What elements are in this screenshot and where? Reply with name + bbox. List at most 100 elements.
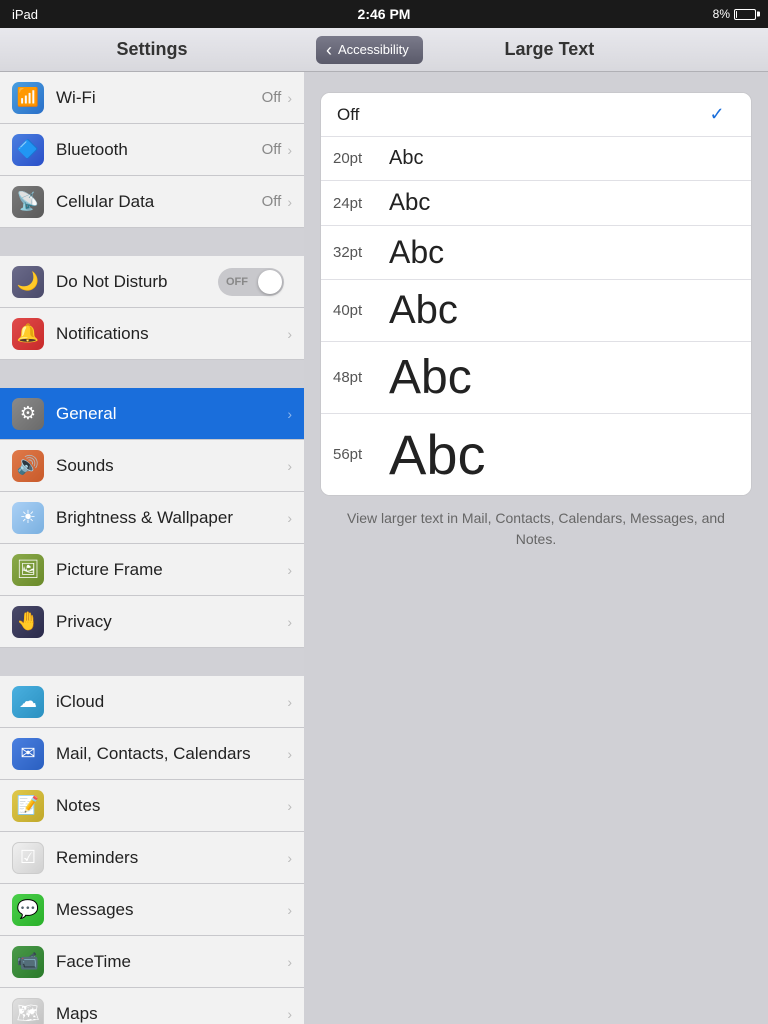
notes-label: Notes: [56, 796, 287, 816]
bluetooth-value: Off: [262, 141, 282, 158]
sidebar-item-maps[interactable]: 🗺 Maps›: [0, 988, 304, 1024]
sidebar-item-sounds[interactable]: 🔊 Sounds›: [0, 440, 304, 492]
sidebar-item-privacy[interactable]: 🤚 Privacy›: [0, 596, 304, 648]
privacy-icon: 🤚: [12, 606, 44, 638]
donotdisturb-toggle[interactable]: OFF: [218, 268, 284, 296]
notifications-icon: 🔔: [12, 318, 44, 350]
status-bar: iPad 2:46 PM 8%: [0, 0, 768, 28]
icloud-icon: ☁: [12, 686, 44, 718]
privacy-label: Privacy: [56, 612, 287, 632]
time-display: 2:46 PM: [358, 6, 411, 22]
option-size-label: 40pt: [321, 292, 379, 329]
mail-label: Mail, Contacts, Calendars: [56, 744, 287, 764]
notes-icon: 📝: [12, 790, 44, 822]
facetime-label: FaceTime: [56, 952, 287, 972]
option-row-32pt[interactable]: 32ptAbc: [321, 226, 751, 280]
chevron-right-icon: ›: [287, 694, 292, 710]
chevron-right-icon: ›: [287, 614, 292, 630]
option-preview-text: Abc: [379, 181, 751, 225]
cellular-label: Cellular Data: [56, 192, 262, 212]
sidebar-item-brightness[interactable]: ☀ Brightness & Wallpaper›: [0, 492, 304, 544]
brightness-icon: ☀: [12, 502, 44, 534]
maps-icon: 🗺: [12, 998, 44, 1024]
messages-icon: 💬: [12, 894, 44, 926]
sidebar-item-facetime[interactable]: 📹FaceTime›: [0, 936, 304, 988]
sounds-label: Sounds: [56, 456, 287, 476]
battery-fill: [736, 11, 737, 18]
option-off-row[interactable]: Off✓: [321, 93, 751, 137]
option-checkmark: ✓: [699, 104, 735, 125]
chevron-right-icon: ›: [287, 458, 292, 474]
option-size-label: 20pt: [321, 140, 379, 177]
sounds-icon: 🔊: [12, 450, 44, 482]
chevron-right-icon: ›: [287, 746, 292, 762]
sidebar: Settings 📶Wi-FiOff›🔷BluetoothOff›📡Cellul…: [0, 28, 304, 1024]
option-row-48pt[interactable]: 48ptAbc: [321, 342, 751, 414]
section-separator: [0, 228, 304, 256]
sidebar-item-reminders[interactable]: ☑ Reminders›: [0, 832, 304, 884]
chevron-right-icon: ›: [287, 562, 292, 578]
option-row-20pt[interactable]: 20ptAbc: [321, 137, 751, 181]
general-icon: ⚙: [12, 398, 44, 430]
sidebar-item-pictureframe[interactable]: 🖼Picture Frame›: [0, 544, 304, 596]
option-row-56pt[interactable]: 56ptAbc: [321, 414, 751, 495]
general-label: General: [56, 404, 287, 424]
sidebar-item-icloud[interactable]: ☁ iCloud›: [0, 676, 304, 728]
content-area: Off✓20ptAbc24ptAbc32ptAbc40ptAbc48ptAbc5…: [304, 72, 768, 1024]
cellular-icon: 📡: [12, 186, 44, 218]
sidebar-item-messages[interactable]: 💬Messages›: [0, 884, 304, 936]
sidebar-item-bluetooth[interactable]: 🔷BluetoothOff›: [0, 124, 304, 176]
wifi-icon: 📶: [12, 82, 44, 114]
option-size-label: 24pt: [321, 185, 379, 222]
option-row-24pt[interactable]: 24ptAbc: [321, 181, 751, 226]
donotdisturb-label: Do Not Disturb: [56, 272, 218, 292]
sidebar-item-cellular[interactable]: 📡Cellular DataOff›: [0, 176, 304, 228]
option-preview-text: Abc: [379, 139, 751, 178]
option-size-label: 56pt: [321, 436, 379, 473]
toggle-knob: [258, 270, 282, 294]
battery-indicator: 8%: [713, 7, 756, 21]
option-size-label: 48pt: [321, 359, 379, 396]
chevron-right-icon: ›: [287, 90, 292, 106]
chevron-right-icon: ›: [287, 850, 292, 866]
battery-percentage: 8%: [713, 7, 730, 21]
reminders-icon: ☑: [12, 842, 44, 874]
sidebar-item-general[interactable]: ⚙General›: [0, 388, 304, 440]
wifi-label: Wi-Fi: [56, 88, 262, 108]
chevron-right-icon: ›: [287, 902, 292, 918]
option-preview-text: Abc: [379, 226, 751, 279]
sidebar-item-mail[interactable]: ✉Mail, Contacts, Calendars›: [0, 728, 304, 780]
sidebar-item-notes[interactable]: 📝Notes›: [0, 780, 304, 832]
sidebar-items-list: 📶Wi-FiOff›🔷BluetoothOff›📡Cellular DataOf…: [0, 72, 304, 1024]
toggle-label: OFF: [226, 276, 248, 288]
brightness-label: Brightness & Wallpaper: [56, 508, 287, 528]
maps-label: Maps: [56, 1004, 287, 1024]
bluetooth-icon: 🔷: [12, 134, 44, 166]
chevron-right-icon: ›: [287, 142, 292, 158]
right-panel-title: Large Text: [433, 39, 666, 60]
option-preview-text: Abc: [379, 280, 751, 341]
option-size-label: 32pt: [321, 234, 379, 271]
chevron-right-icon: ›: [287, 510, 292, 526]
pictureframe-label: Picture Frame: [56, 560, 287, 580]
icloud-label: iCloud: [56, 692, 287, 712]
donotdisturb-icon: 🌙: [12, 266, 44, 298]
section-separator: [0, 360, 304, 388]
sidebar-item-wifi[interactable]: 📶 Wi-FiOff ›: [0, 72, 304, 124]
section-separator: [0, 648, 304, 676]
battery-icon: [734, 9, 756, 20]
option-row-40pt[interactable]: 40ptAbc: [321, 280, 751, 342]
wifi-value: Off: [262, 89, 282, 106]
chevron-right-icon: ›: [287, 326, 292, 342]
reminders-label: Reminders: [56, 848, 287, 868]
cellular-value: Off: [262, 193, 282, 210]
sidebar-item-donotdisturb[interactable]: 🌙 Do Not Disturb OFF: [0, 256, 304, 308]
large-text-options-list: Off✓20ptAbc24ptAbc32ptAbc40ptAbc48ptAbc5…: [320, 92, 752, 496]
chevron-right-icon: ›: [287, 1006, 292, 1022]
right-panel: Accessibility Large Text Off✓20ptAbc24pt…: [304, 28, 768, 1024]
option-preview-text: Abc: [379, 414, 751, 495]
sidebar-header: Settings: [0, 28, 304, 72]
back-button[interactable]: Accessibility: [316, 36, 423, 64]
sidebar-item-notifications[interactable]: 🔔Notifications›: [0, 308, 304, 360]
right-header: Accessibility Large Text: [304, 28, 768, 72]
